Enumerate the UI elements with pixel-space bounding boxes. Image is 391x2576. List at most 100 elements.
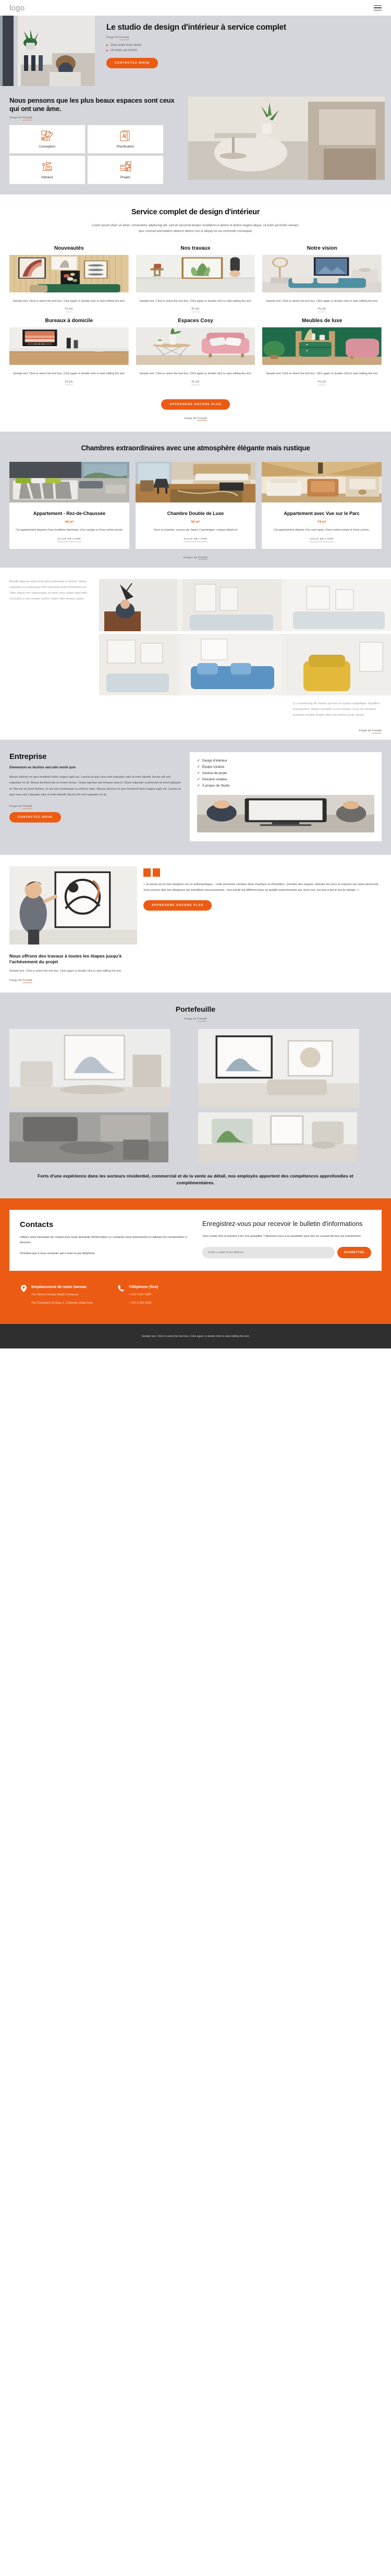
checklist-label: Gestion de projet — [202, 771, 227, 775]
quote-image-credit: Image de Freepik — [9, 978, 137, 983]
office-info: Emplacement de notre bureau The Interior… — [21, 1284, 93, 1306]
service-card[interactable]: Notre vision Sample text. Click to selec… — [262, 246, 382, 313]
hero-contact-button[interactable]: CONTACTEZ-NOUS — [106, 58, 158, 69]
card-more-link[interactable]: PLUS — [262, 308, 382, 313]
rooms-title: Chambres extraordinaires avec une atmosp… — [81, 444, 310, 452]
hero-content: Le studio de design d'intérieur à servic… — [95, 16, 391, 86]
room-desc: Cet appartement dispose d'une bouilloire… — [15, 528, 124, 532]
service-title: Service complet de design d'intérieur — [131, 208, 260, 217]
hero-bullet-list: Duis aute irure dolor Ut enim ad minim — [106, 43, 383, 52]
credit-prefix: Image de — [106, 36, 119, 40]
card-image — [262, 255, 382, 293]
check-icon: ✓ — [197, 765, 200, 769]
card-more-link[interactable]: PLUS — [136, 380, 255, 385]
service-card[interactable]: Nos travaux Sample text. Click to select… — [136, 246, 255, 313]
freepik-link[interactable]: Freepik — [197, 1017, 207, 1022]
freepik-link[interactable]: Freepik — [197, 416, 207, 421]
contacts-paragraph-2: N'hésitez pas à nous contacter par e-mai… — [20, 1252, 95, 1256]
card-more-link[interactable]: PLUS — [136, 308, 255, 313]
card-text: Sample text. Click to select the text bo… — [265, 300, 378, 303]
service-lead: Lorem ipsum dolor sit amet, consectetur … — [92, 224, 299, 233]
entreprise-contact-button[interactable]: CONTACTEZ-NOUS — [9, 812, 62, 823]
quote-section: Nous offrons des travaux à toutes les ét… — [0, 854, 391, 992]
submit-button[interactable]: SOUMETTRE — [337, 1246, 371, 1258]
service-card[interactable]: Nouveautés Sample text. Click to select … — [9, 246, 129, 313]
entreprise-body: Massa ultricies mi quis hendrerit dolor … — [9, 775, 181, 797]
room-image — [262, 462, 382, 503]
quote-learn-more-button[interactable]: APPRENDRE ENCORE PLUS — [143, 900, 212, 911]
card-title: Nos travaux — [180, 246, 211, 252]
room-card[interactable]: Appartement avec Vue sur le Parc 74 m² C… — [262, 462, 382, 549]
portfolio-image[interactable] — [9, 1112, 169, 1162]
landing-page: logo Le studio de design d'intérieur à s… — [0, 0, 391, 1349]
service-card[interactable]: Espaces Cosy Sample text. Click to selec… — [136, 318, 255, 385]
newsletter-block: Enregistrez-vous pour recevoir le bullet… — [202, 1220, 371, 1258]
triangle-bullet-icon — [106, 49, 108, 52]
card-more-link[interactable]: PLUS — [9, 380, 129, 385]
portfolio-section: Portefeuille Image de Freepik Forts d'un… — [0, 992, 391, 1198]
entreprise-image-credit: Image de Freepik — [9, 804, 181, 809]
feature-card-interieur[interactable]: Intérieur — [9, 156, 85, 185]
room-title: Appartement - Rez-de-Chaussée — [33, 511, 106, 517]
freepik-link[interactable]: Freepik — [198, 556, 208, 560]
entreprise-subtitle: Elementum eu facilisis sed odio morbi qu… — [9, 765, 76, 769]
philosophy-image — [188, 96, 391, 184]
portfolio-image[interactable] — [198, 1112, 358, 1162]
hero-title: Le studio de design d'intérieur à servic… — [106, 23, 286, 32]
freepik-link[interactable]: Freepik — [22, 116, 32, 121]
card-image — [9, 327, 129, 365]
credit-prefix: Image de — [9, 978, 22, 982]
room-size: 44 m² — [65, 520, 74, 524]
quote-right: « Je pense qu'un bon designer est un ant… — [143, 866, 382, 982]
hero-image-credit: Image de Freepik — [106, 36, 383, 41]
newsletter-text: Vous voulez être le premier à lire nos a… — [202, 1235, 362, 1238]
rooms-image-credit: Images de Freepik — [9, 556, 382, 560]
portfolio-image[interactable] — [9, 1028, 170, 1107]
email-input[interactable] — [202, 1246, 335, 1258]
feature-card-planification[interactable]: Planification — [88, 125, 163, 154]
newsletter-form: SOUMETTRE — [202, 1246, 371, 1258]
contact-left: Contacts Utilisez notre formulaire de co… — [20, 1220, 192, 1258]
quote-heading: Nous offrons des travaux à toutes les ét… — [9, 953, 122, 964]
room-image — [136, 462, 255, 503]
portfolio-image[interactable] — [198, 1028, 359, 1107]
collage-right-text: Il y a beaucoup de choses qui font un es… — [293, 702, 380, 717]
phone-icon — [118, 1285, 124, 1306]
room-link[interactable]: SALLE DE LIVRE — [310, 538, 334, 543]
checklist-image — [197, 794, 374, 832]
portfolio-image-credit: Image de Freepik — [9, 1017, 382, 1022]
service-card[interactable]: Meubles de luxe Sample text. Click to se… — [262, 318, 382, 385]
freepik-link[interactable]: Freepik — [22, 804, 32, 809]
card-image — [9, 255, 129, 293]
hamburger-icon[interactable] — [374, 5, 382, 11]
service-image-credit: Image de Freepik — [9, 416, 382, 421]
service-card[interactable]: Bureaux à domicile Sample text. Click to… — [9, 318, 129, 385]
card-more-link[interactable]: PLUS — [9, 308, 129, 313]
freepik-link[interactable]: Freepik — [22, 978, 32, 983]
room-link[interactable]: SALLE DE LIVRE — [184, 538, 207, 543]
card-more-link[interactable]: PLUS — [262, 380, 382, 385]
logo[interactable]: logo — [9, 4, 25, 13]
entreprise-content: Entreprise Elementum eu facilisis sed od… — [9, 752, 181, 841]
philosophy-image-credit: Image de Freepik — [9, 116, 185, 121]
more-label: PLUS — [191, 308, 200, 313]
list-item: Ut enim ad minim — [106, 48, 383, 52]
card-title: Bureaux à domicile — [45, 318, 93, 324]
contacts-title: Contacts — [20, 1220, 54, 1229]
room-link[interactable]: SALLE DE LIVRE — [57, 538, 81, 543]
hero-image — [0, 16, 95, 86]
room-card[interactable]: Chambre Double de Luxe 55 m² Dans la cha… — [136, 462, 255, 549]
bullet-label: Duis aute irure dolor — [111, 43, 142, 47]
service-learn-more-button[interactable]: APPRENDRE ENCORE PLUS — [161, 399, 230, 410]
checklist-label: Équipe créative — [202, 765, 225, 769]
collage-row-1 — [99, 579, 391, 632]
room-desc: Cet appartement dispose d'un coin repas,… — [273, 528, 370, 532]
room-card[interactable]: Appartement - Rez-de-Chaussée 44 m² Cet … — [9, 462, 129, 549]
freepik-link[interactable]: Freepik — [372, 729, 382, 733]
card-text: Sample text. Click to select the text bo… — [139, 372, 252, 376]
feature-card-conception[interactable]: Conception — [9, 125, 85, 154]
freepik-link[interactable]: Freepik — [119, 36, 129, 41]
map-pin-icon — [21, 1284, 27, 1306]
list-item: ✓ Gestion de projet — [197, 771, 374, 775]
feature-card-projets[interactable]: Projets — [88, 156, 163, 185]
